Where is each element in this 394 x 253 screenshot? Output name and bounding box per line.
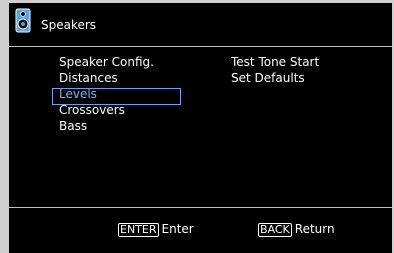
- back-hint-label: Return: [294, 222, 335, 236]
- header-divider: [9, 46, 392, 47]
- enter-key-label: ENTER: [118, 223, 159, 237]
- speaker-icon: [15, 8, 31, 33]
- menu-item-distances[interactable]: Distances: [58, 70, 154, 86]
- back-hint[interactable]: BACK Return: [258, 222, 335, 237]
- enter-hint-label: Enter: [161, 222, 194, 236]
- page-title: Speakers: [41, 18, 97, 32]
- menu-item-bass[interactable]: Bass: [58, 118, 154, 134]
- speakers-menu-screen: Speakers Speaker Config. Distances Level…: [9, 3, 392, 253]
- enter-hint[interactable]: ENTER Enter: [118, 222, 194, 237]
- header: Speakers: [9, 3, 392, 41]
- menu-item-test-tone-start[interactable]: Test Tone Start: [230, 54, 319, 70]
- back-key-label: BACK: [258, 223, 292, 237]
- footer-divider: [9, 207, 392, 208]
- menu-right-column: Test Tone Start Set Defaults: [230, 54, 319, 86]
- selection-cursor: [52, 88, 181, 105]
- menu-item-set-defaults[interactable]: Set Defaults: [230, 70, 319, 86]
- menu-item-speaker-config[interactable]: Speaker Config.: [58, 54, 154, 70]
